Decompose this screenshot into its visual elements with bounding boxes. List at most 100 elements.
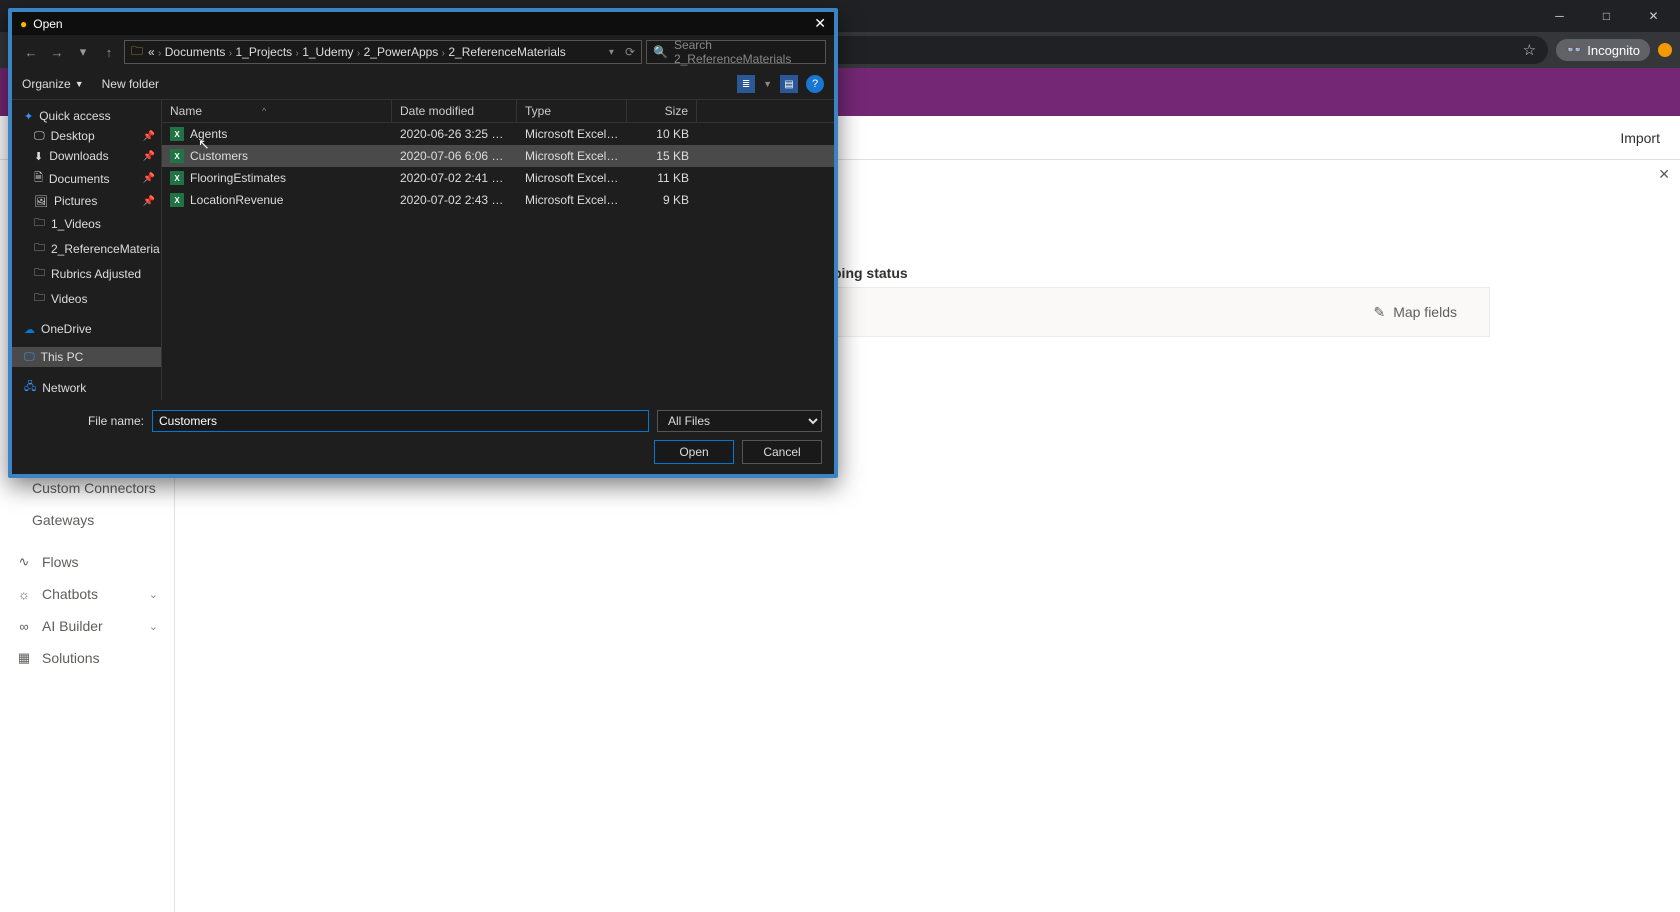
minimize-button[interactable]: ─ [1537, 2, 1582, 30]
file-name: Agents [190, 127, 227, 141]
file-name: LocationRevenue [190, 193, 283, 207]
column-headers: Name^ Date modified Type Size [162, 100, 834, 123]
dialog-forward-button[interactable]: → [46, 41, 68, 63]
chevron-down-icon: ⌄ [149, 588, 158, 601]
this-pc-group[interactable]: 🖵 This PC [12, 347, 161, 367]
cancel-button[interactable]: Cancel [742, 440, 822, 464]
cloud-icon: ☁ [24, 323, 35, 336]
breadcrumb-segment[interactable]: 2_ReferenceMaterials [448, 45, 565, 59]
dialog-titlebar: ● Open ✕ [12, 12, 834, 35]
tree-item[interactable]: 🗀Rubrics Adjusted [12, 261, 161, 286]
map-fields-button[interactable]: ✎ Map fields [1341, 304, 1489, 321]
column-name[interactable]: Name^ [162, 100, 392, 122]
dialog-back-button[interactable]: ← [20, 41, 42, 63]
file-open-dialog: ● Open ✕ ← → ▾ ↑ 🗀 « › Documents › 1_Pro… [8, 8, 838, 478]
file-date: 2020-07-02 2:41 PM [392, 169, 517, 187]
column-date[interactable]: Date modified [392, 100, 517, 122]
new-folder-button[interactable]: New folder [102, 77, 159, 91]
tree-item-label: Downloads [49, 149, 108, 163]
file-row[interactable]: XAgents 2020-06-26 3:25 PM Microsoft Exc… [162, 123, 834, 145]
file-row[interactable]: XFlooringEstimates 2020-07-02 2:41 PM Mi… [162, 167, 834, 189]
sidebar-item-label: AI Builder [42, 618, 103, 634]
dialog-toolbar: Organize▼ New folder ≣ ▼ ▤ ? [12, 69, 834, 100]
file-name: FlooringEstimates [190, 171, 286, 185]
sidebar-item-icon: ☼ [16, 587, 32, 602]
onedrive-group[interactable]: ☁ OneDrive [12, 319, 161, 339]
dialog-close-icon[interactable]: ✕ [814, 15, 826, 32]
import-button[interactable]: Import [1620, 130, 1660, 146]
tree-item[interactable]: 🖼Pictures📌 [12, 191, 161, 211]
chevron-right-icon: › [357, 48, 360, 59]
monitor-icon: 🖵 [24, 351, 35, 364]
folder-icon: 🗀 [34, 289, 45, 308]
close-panel-icon[interactable]: ✕ [1658, 166, 1670, 183]
dialog-footer: File name: All Files Open Cancel [12, 400, 834, 474]
dialog-up-button[interactable]: ↑ [98, 41, 120, 63]
sidebar-item[interactable]: Gateways [0, 504, 174, 536]
breadcrumb-segment[interactable]: 1_Projects [235, 45, 292, 59]
excel-icon: X [170, 127, 184, 141]
folder-icon: 🗀 [34, 264, 45, 283]
file-size: 10 KB [627, 125, 697, 143]
organize-menu[interactable]: Organize▼ [22, 77, 84, 91]
excel-icon: X [170, 193, 184, 207]
folder-tree: ✦ Quick access 🖵Desktop📌⬇Downloads📌🗎Docu… [12, 100, 162, 400]
file-size: 15 KB [627, 147, 697, 165]
network-group[interactable]: 🖧 Network [12, 375, 161, 400]
open-button[interactable]: Open [654, 440, 734, 464]
chevron-right-icon: › [296, 48, 299, 59]
close-window-button[interactable]: ✕ [1631, 2, 1676, 30]
dialog-search-input[interactable]: 🔍 Search 2_ReferenceMaterials [646, 40, 826, 64]
preview-pane-button[interactable]: ▤ [780, 75, 798, 93]
file-date: 2020-07-02 2:43 PM [392, 191, 517, 209]
tree-item[interactable]: 🗀1_Videos [12, 211, 161, 236]
file-row[interactable]: XCustomers 2020-07-06 6:06 PM Microsoft … [162, 145, 834, 167]
filename-input[interactable] [152, 410, 649, 432]
bookmark-icon[interactable]: ☆ [1523, 41, 1536, 59]
breadcrumb-segment[interactable]: 2_PowerApps [364, 45, 439, 59]
tree-item[interactable]: ⬇Downloads📌 [12, 146, 161, 166]
sidebar-item[interactable]: ▦Solutions [0, 642, 174, 674]
refresh-icon[interactable]: ⟳ [625, 45, 635, 59]
sidebar-item-label: Chatbots [42, 586, 98, 602]
search-icon: 🔍 [653, 45, 668, 59]
tree-item[interactable]: 🗀 Videos [12, 286, 161, 311]
tree-item[interactable]: 🗀2_ReferenceMateria [12, 236, 161, 261]
column-type[interactable]: Type [517, 100, 627, 122]
profile-avatar[interactable] [1658, 43, 1672, 57]
sidebar-item-label: Flows [42, 554, 79, 570]
file-row[interactable]: XLocationRevenue 2020-07-02 2:43 PM Micr… [162, 189, 834, 211]
breadcrumb-segment[interactable]: « [148, 45, 155, 59]
breadcrumb-dropdown-icon[interactable]: ▾ [609, 47, 614, 58]
dialog-icon: ● [20, 17, 27, 31]
quick-access-group[interactable]: ✦ Quick access [12, 106, 161, 126]
file-type: Microsoft Excel W... [517, 147, 627, 165]
file-size: 9 KB [627, 191, 697, 209]
tree-item-label: Videos [51, 292, 87, 306]
tree-item[interactable]: 🖵Desktop📌 [12, 126, 161, 146]
sidebar-item[interactable]: ∿ Flows [0, 546, 174, 578]
tree-item-label: Pictures [54, 194, 97, 208]
sidebar-item[interactable]: ☼ Chatbots ⌄ [0, 578, 174, 610]
dialog-help-icon[interactable]: ? [806, 75, 824, 93]
tree-item-label: Documents [49, 172, 110, 186]
breadcrumb-segment[interactable]: 1_Udemy [302, 45, 353, 59]
column-size[interactable]: Size [627, 100, 697, 122]
view-dropdown-icon[interactable]: ▼ [763, 79, 772, 89]
tree-item[interactable]: 🗎Documents📌 [12, 166, 161, 191]
filename-label: File name: [24, 414, 144, 428]
view-mode-button[interactable]: ≣ [737, 75, 755, 93]
sidebar-item[interactable]: ∞AI Builder⌄ [0, 610, 174, 642]
file-filter-select[interactable]: All Files [657, 410, 822, 432]
excel-icon: X [170, 171, 184, 185]
breadcrumb-segment[interactable]: Documents [165, 45, 226, 59]
sidebar-item-icon: ∿ [16, 554, 32, 570]
dialog-title: Open [33, 17, 62, 31]
incognito-badge[interactable]: 👓 Incognito [1556, 39, 1650, 61]
incognito-icon: 👓 [1566, 42, 1582, 58]
maximize-button[interactable]: □ [1584, 2, 1629, 30]
breadcrumb[interactable]: 🗀 « › Documents › 1_Projects › 1_Udemy ›… [124, 40, 642, 64]
dialog-recent-button[interactable]: ▾ [72, 41, 94, 63]
tree-item-label: Desktop [51, 129, 95, 143]
folder-icon: ⬇ [34, 150, 43, 163]
